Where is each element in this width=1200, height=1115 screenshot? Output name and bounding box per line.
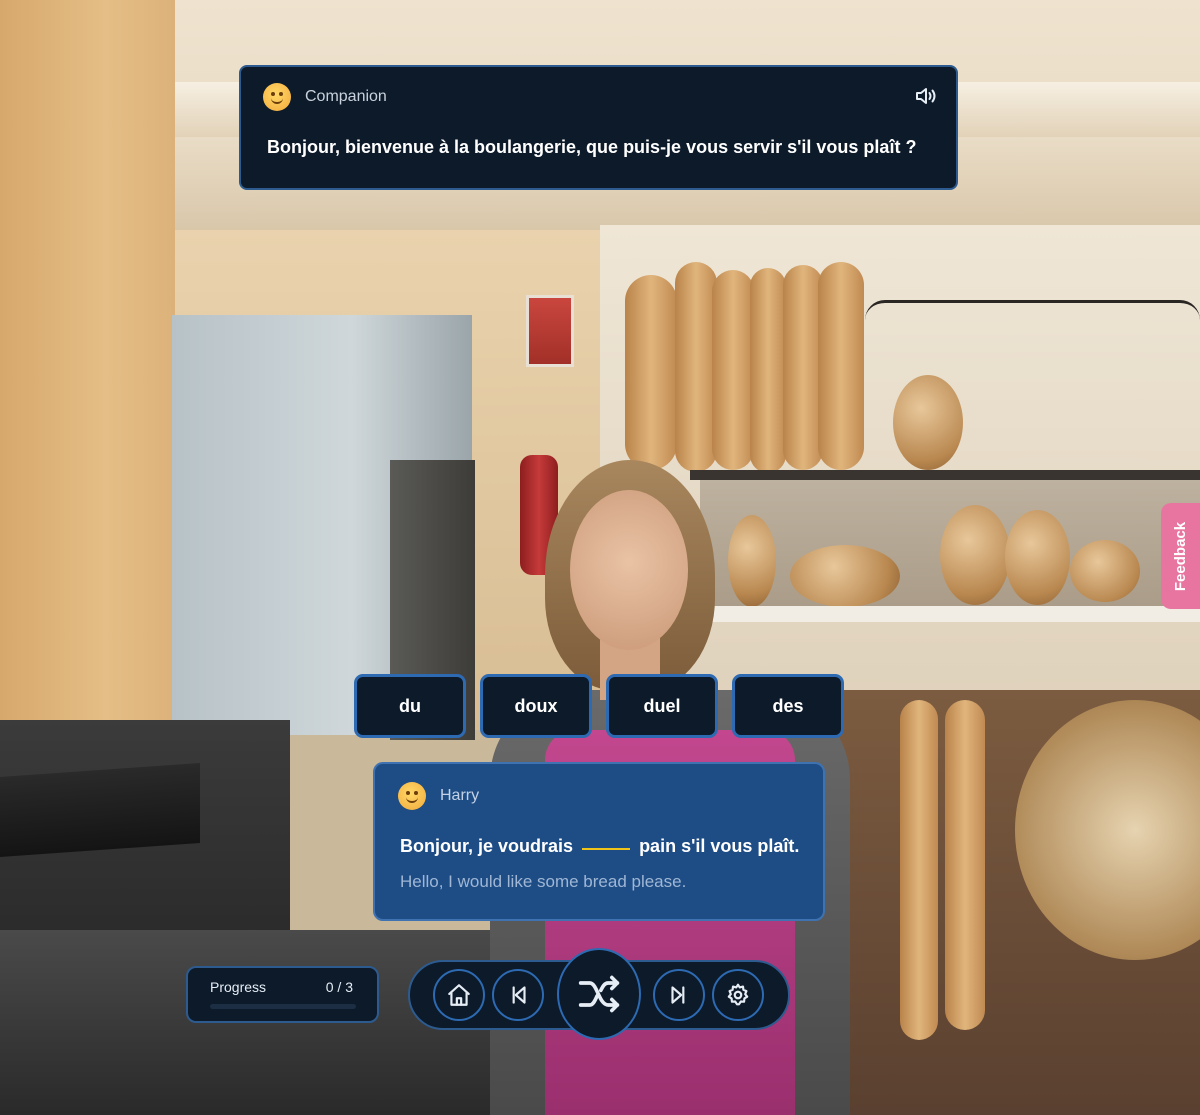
smiling-face-icon: [398, 782, 426, 810]
sentence-after-blank: pain s'il vous plaît.: [639, 836, 800, 856]
shuffle-button[interactable]: [557, 948, 641, 1040]
home-icon: [448, 984, 470, 1006]
user-name: Harry: [440, 787, 480, 804]
next-button[interactable]: [653, 969, 705, 1021]
companion-message: Bonjour, bienvenue à la boulangerie, que…: [267, 137, 917, 157]
word-choice-button[interactable]: du: [354, 674, 466, 738]
fire-sign: [526, 295, 574, 367]
word-choice-button[interactable]: duel: [606, 674, 718, 738]
progress-panel: Progress 0 / 3: [186, 966, 379, 1023]
baguette: [750, 268, 786, 473]
baguette: [783, 265, 823, 470]
progress-bar: [210, 1004, 356, 1009]
feedback-label: Feedback: [1172, 521, 1190, 591]
sentence-before-blank: Bonjour, je voudrais: [400, 836, 574, 856]
fill-in-sentence: Bonjour, je voudrais pain s'il vous plaî…: [400, 836, 799, 857]
speaker-volume-icon[interactable]: [914, 85, 938, 107]
progress-label: Progress: [210, 979, 267, 995]
settings-icon: [727, 983, 749, 1006]
word-choice-group: du doux duel des: [354, 674, 844, 738]
baguette: [900, 700, 938, 1040]
companion-name: Companion: [305, 88, 387, 105]
person-face: [570, 490, 688, 650]
baguette: [625, 275, 677, 470]
left-wall: [0, 0, 175, 760]
skip-forward-icon: [671, 986, 685, 1004]
skip-back-icon: [512, 986, 526, 1004]
previous-button[interactable]: [492, 969, 544, 1021]
feedback-tab[interactable]: Feedback: [1161, 503, 1200, 609]
round-loaf: [940, 505, 1010, 605]
round-loaf: [893, 375, 963, 470]
register-display: [0, 763, 200, 857]
sentence-translation: Hello, I would like some bread please.: [400, 872, 687, 891]
home-button[interactable]: [433, 969, 485, 1021]
word-choice-button[interactable]: doux: [480, 674, 592, 738]
word-choice-button[interactable]: des: [732, 674, 844, 738]
user-header: Harry: [398, 782, 479, 810]
answer-blank: [582, 848, 631, 850]
baguette: [675, 262, 717, 472]
baguette: [712, 270, 754, 470]
round-loaf: [1005, 510, 1070, 605]
iron-shelf-decoration: [865, 300, 1200, 330]
user-speech-card: Harry Bonjour, je voudrais pain s'il vou…: [373, 762, 825, 921]
settings-button[interactable]: [712, 969, 764, 1021]
companion-speech-card: Companion Bonjour, bienvenue à la boulan…: [239, 65, 958, 190]
shuffle-icon: [578, 975, 620, 1013]
baguette: [818, 262, 864, 470]
companion-header: Companion: [263, 83, 387, 111]
round-loaf: [1070, 540, 1140, 602]
progress-count: 0 / 3: [325, 979, 353, 995]
baguette: [945, 700, 985, 1030]
smiling-face-icon: [263, 83, 291, 111]
